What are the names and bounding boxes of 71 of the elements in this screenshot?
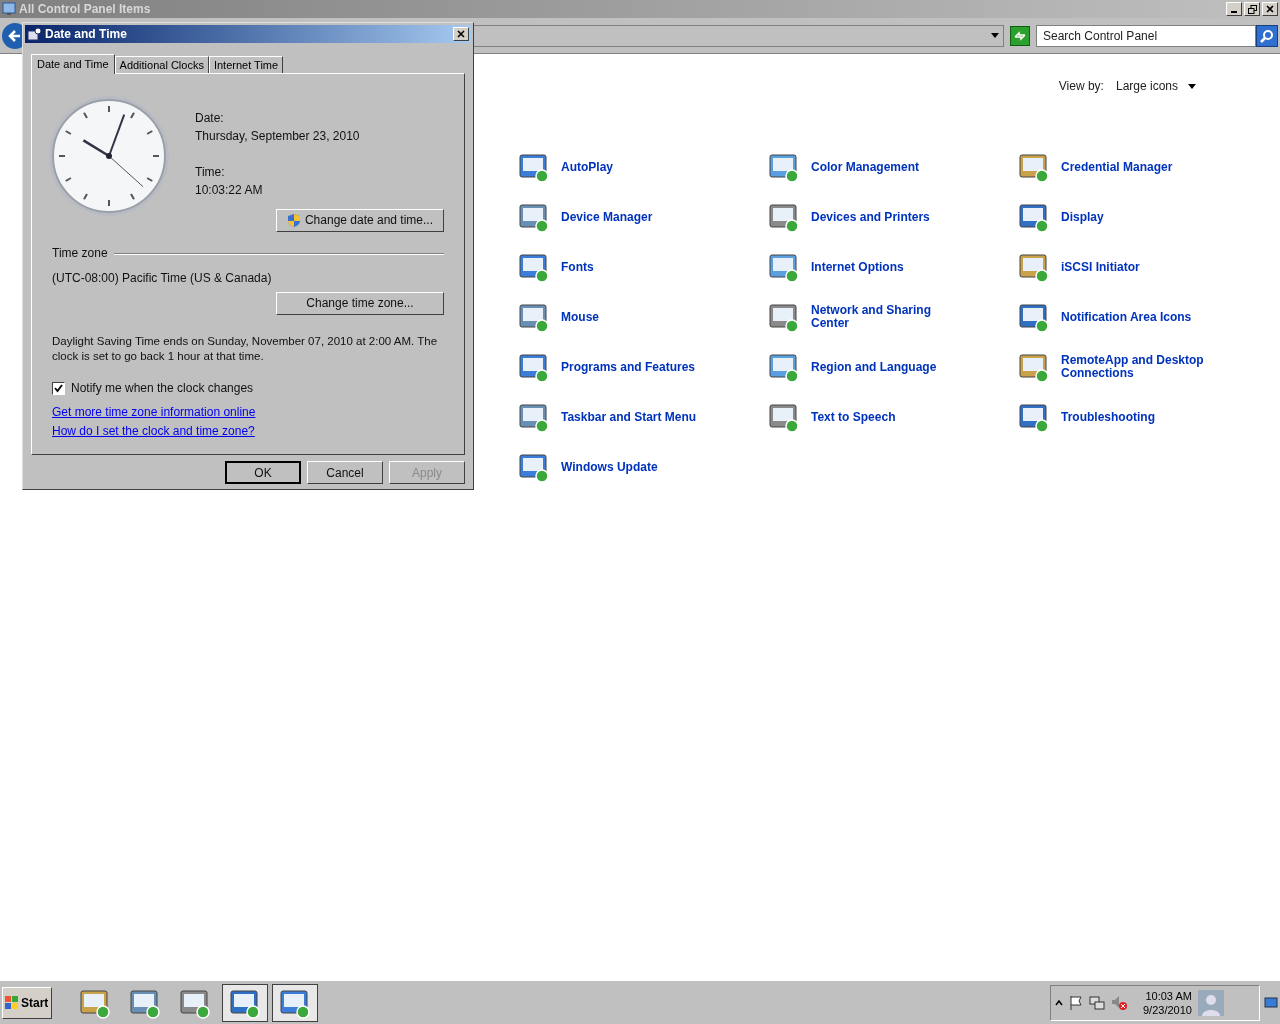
view-by-label: View by: <box>1058 78 1104 95</box>
control-panel-link[interactable]: Troubleshooting <box>1061 410 1221 424</box>
refresh-arrows-icon <box>1013 29 1027 42</box>
date-label: Date: <box>195 111 225 126</box>
control-panel-link[interactable]: Programs and Features <box>561 360 721 374</box>
time-zone-value: (UTC-08:00) Pacific Time (US & Canada) <box>52 271 273 286</box>
dialog-title: Date and Time <box>45 26 127 43</box>
control-panel-link[interactable]: Device Manager <box>561 210 721 224</box>
dialog-tab[interactable]: Date and Time <box>31 54 115 74</box>
dialog-tab[interactable]: Additional Clocks <box>114 56 209 73</box>
view-by-dropdown[interactable]: Large icons <box>1115 77 1196 95</box>
close-icon <box>457 30 465 38</box>
flag-icon[interactable] <box>1069 994 1083 1011</box>
control-panel-link[interactable]: Network and Sharing Center <box>811 304 971 330</box>
muted-speaker-icon[interactable] <box>1111 994 1127 1011</box>
control-panel-link[interactable]: AutoPlay <box>561 160 721 174</box>
clock-time[interactable]: 10:03 AM <box>1145 988 1192 1003</box>
control-panel-link[interactable]: Region and Language <box>811 360 971 374</box>
control-panel-link[interactable]: Windows Update <box>561 460 721 474</box>
control-panel-link[interactable]: Taskbar and Start Menu <box>561 410 721 424</box>
control-panel-link[interactable]: Mouse <box>561 310 721 324</box>
control-panel-link[interactable]: Internet Options <box>811 260 971 274</box>
control-panel-link[interactable]: Credential Manager <box>1061 160 1221 174</box>
close-button[interactable] <box>1262 2 1278 16</box>
change-time-zone-button[interactable]: Change time zone... <box>276 292 444 315</box>
chevron-up-icon[interactable] <box>1055 998 1063 1007</box>
control-panel-link[interactable]: Devices and Printers <box>811 210 971 224</box>
close-icon <box>1266 5 1274 13</box>
calendar-clock-icon <box>27 27 41 41</box>
search-field[interactable]: Search Control Panel <box>1036 24 1256 47</box>
date-value: Thursday, September 23, 2010 <box>195 129 360 144</box>
taskbar-button[interactable] <box>222 983 268 1022</box>
network-icon[interactable] <box>1089 994 1105 1011</box>
refresh-button[interactable] <box>1010 25 1030 46</box>
caret-icon <box>1188 83 1196 89</box>
restore-icon <box>1247 4 1257 14</box>
dialog-close-button[interactable] <box>453 27 469 41</box>
shield-icon <box>286 213 301 228</box>
back-arrow-icon <box>8 28 22 43</box>
help-link[interactable]: Get more time zone information online <box>52 405 256 420</box>
control-panel-link[interactable]: Display <box>1061 210 1221 224</box>
dialog-button[interactable]: OK <box>225 461 301 484</box>
search-button[interactable] <box>1256 24 1278 47</box>
control-panel-icon <box>2 2 16 16</box>
help-link[interactable]: How do I set the clock and time zone? <box>52 424 255 439</box>
control-panel-link[interactable]: Notification Area Icons <box>1061 310 1221 324</box>
window-title: All Control Panel Items <box>19 1 151 18</box>
notify-checkbox[interactable]: Notify me when the clock changes <box>52 381 444 396</box>
time-label: Time: <box>195 165 226 180</box>
checkmark-icon <box>54 384 63 393</box>
dst-notice: Daylight Saving Time ends on Sunday, November 07, 2010 at 2:00 AM. The clock is set to go back 1 hour at that time. <box>52 334 439 364</box>
time-zone-heading: Time zone <box>52 246 108 261</box>
change-date-button[interactable]: Change date and time... <box>276 209 444 232</box>
control-panel-link[interactable]: Color Management <box>811 160 971 174</box>
taskbar-button[interactable] <box>272 983 318 1022</box>
dialog-button[interactable]: Cancel <box>307 461 383 484</box>
windows-logo-icon <box>5 995 19 1010</box>
start-button[interactable]: Start <box>2 986 52 1019</box>
control-panel-link[interactable]: Text to Speech <box>811 410 971 424</box>
dropdown-caret-icon <box>991 33 999 38</box>
control-panel-link[interactable]: iSCSI Initiator <box>1061 260 1221 274</box>
clock-date[interactable]: 9/23/2010 <box>1143 1002 1192 1017</box>
control-panel-link[interactable]: Fonts <box>561 260 721 274</box>
dialog-tab[interactable]: Internet Time <box>208 56 284 73</box>
search-icon <box>1260 28 1274 43</box>
show-desktop-icon[interactable] <box>1264 996 1278 1009</box>
control-panel-link[interactable]: RemoteApp and Desktop Connections <box>1061 354 1221 380</box>
time-value: 10:03:22 AM <box>195 183 264 198</box>
analog-clock-icon <box>47 94 171 218</box>
restore-button[interactable] <box>1244 2 1260 16</box>
minimize-button[interactable] <box>1226 2 1242 16</box>
